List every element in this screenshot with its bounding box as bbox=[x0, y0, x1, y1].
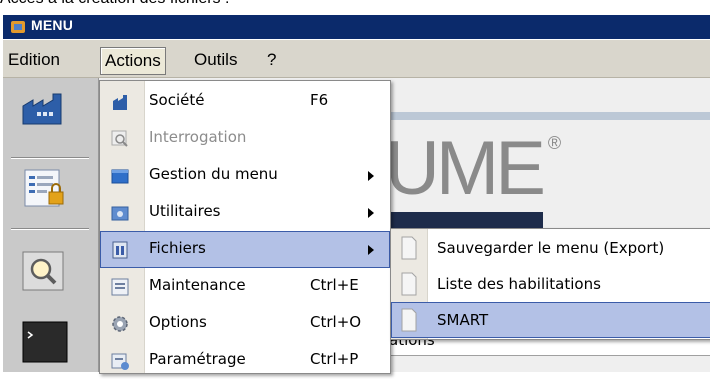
menu-item-fichiers[interactable]: Fichiers bbox=[100, 231, 390, 268]
factory-button[interactable] bbox=[13, 84, 77, 132]
submenu-item-habilitations[interactable]: Liste des habilitations bbox=[391, 266, 710, 302]
page-caption: Accès à la création des fichiers : bbox=[0, 0, 229, 8]
menu-item-label: Interrogation bbox=[149, 128, 247, 146]
title-bar: MENU bbox=[3, 15, 710, 39]
settings-icon bbox=[111, 353, 129, 370]
submenu-item-label: SMART bbox=[437, 311, 489, 329]
menu-item-label: Fichiers bbox=[149, 239, 206, 257]
menu-item-parametrage[interactable]: Paramétrage Ctrl+P bbox=[100, 342, 390, 379]
search-button[interactable] bbox=[13, 248, 77, 296]
menu-item-options[interactable]: Options Ctrl+O bbox=[100, 305, 390, 342]
menu-item-label: Utilitaires bbox=[149, 202, 221, 220]
menu-edition[interactable]: Edition bbox=[4, 47, 64, 73]
app-icon bbox=[11, 21, 25, 33]
menu-outils[interactable]: Outils bbox=[190, 47, 241, 73]
lock-list-icon bbox=[24, 169, 64, 207]
submenu-item-label: Liste des habilitations bbox=[437, 275, 601, 293]
search-icon bbox=[111, 130, 128, 147]
menu-item-utilitaires[interactable]: Utilitaires bbox=[100, 194, 390, 231]
logo-text: UME bbox=[385, 126, 546, 211]
menu-item-shortcut: F6 bbox=[310, 91, 329, 109]
cabinet-icon bbox=[112, 241, 128, 259]
menu-item-gestion-du-menu[interactable]: Gestion du menu bbox=[100, 157, 390, 194]
document-icon bbox=[401, 272, 417, 296]
chevron-right-icon bbox=[368, 171, 374, 181]
console-icon bbox=[22, 321, 68, 363]
folder-icon bbox=[111, 169, 129, 184]
gear-icon bbox=[112, 316, 128, 332]
chevron-right-icon bbox=[368, 208, 374, 218]
fichiers-submenu: Sauvegarder le menu (Export) Liste des h… bbox=[390, 228, 710, 340]
magnifier-icon bbox=[22, 251, 64, 291]
menu-bar: Edition Actions Outils ? bbox=[3, 40, 710, 78]
console-button[interactable] bbox=[13, 316, 77, 364]
submenu-item-smart[interactable]: SMART bbox=[391, 302, 710, 338]
submenu-item-label: Sauvegarder le menu (Export) bbox=[437, 239, 665, 257]
chevron-right-icon bbox=[368, 245, 374, 255]
menu-item-shortcut: Ctrl+E bbox=[310, 276, 359, 294]
menu-item-label: Options bbox=[149, 313, 207, 331]
menu-item-societe[interactable]: Société F6 bbox=[100, 83, 390, 120]
menu-item-label: Paramétrage bbox=[149, 350, 246, 368]
menu-actions[interactable]: Actions bbox=[100, 47, 166, 75]
toolbar-separator bbox=[11, 157, 89, 159]
window-title: MENU bbox=[31, 17, 74, 33]
menu-item-label: Maintenance bbox=[149, 276, 246, 294]
lock-list-button[interactable] bbox=[13, 164, 77, 212]
menu-help[interactable]: ? bbox=[263, 47, 280, 73]
document-icon bbox=[401, 308, 417, 332]
window-icon bbox=[111, 278, 129, 296]
menu-item-shortcut: Ctrl+O bbox=[310, 313, 362, 331]
registered-mark: ® bbox=[547, 133, 562, 153]
menu-item-interrogation[interactable]: Interrogation bbox=[100, 120, 390, 157]
building-icon bbox=[113, 95, 127, 110]
tools-icon bbox=[111, 206, 129, 221]
actions-menu: Société F6 Interrogation Gestion du menu… bbox=[99, 80, 391, 374]
menu-item-shortcut: Ctrl+P bbox=[310, 350, 359, 368]
logo: UME ® bbox=[385, 125, 561, 212]
left-toolbar bbox=[3, 78, 99, 372]
menu-item-maintenance[interactable]: Maintenance Ctrl+E bbox=[100, 268, 390, 305]
menu-item-label: Gestion du menu bbox=[149, 165, 278, 183]
factory-icon bbox=[22, 93, 62, 125]
submenu-item-export[interactable]: Sauvegarder le menu (Export) bbox=[391, 230, 710, 266]
menu-item-label: Société bbox=[149, 91, 205, 109]
document-icon bbox=[401, 236, 417, 260]
toolbar-separator bbox=[11, 228, 89, 230]
